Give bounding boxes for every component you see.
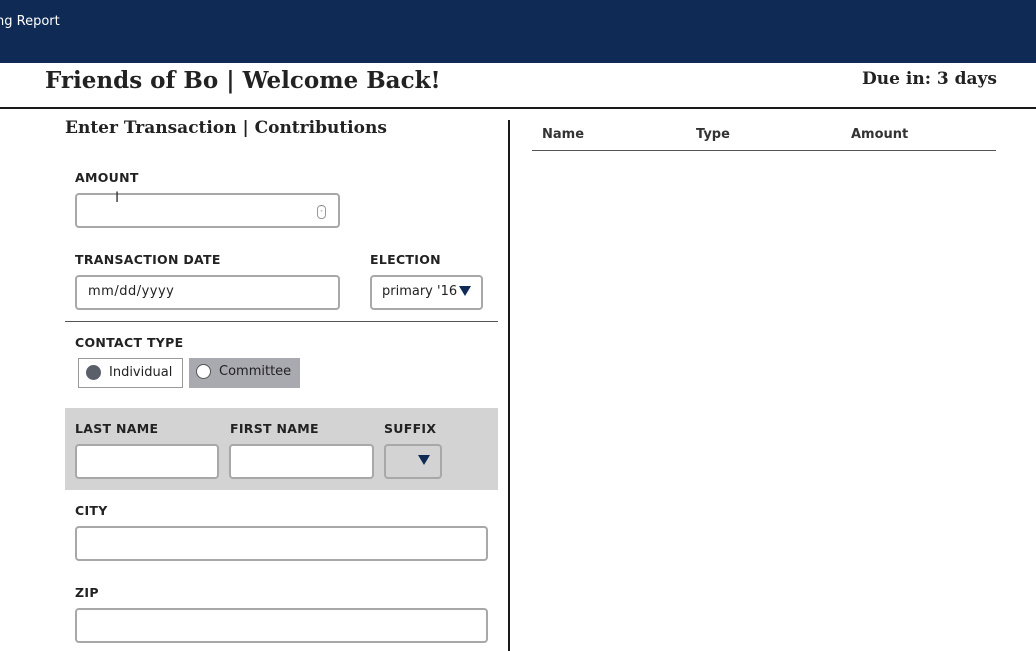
contact-type-committee[interactable]: Committee: [189, 358, 300, 388]
due-date-notice: Due in: 3 days: [862, 69, 997, 89]
table-header-divider: [532, 150, 996, 151]
contact-type-label: CONTACT TYPE: [75, 335, 184, 350]
top-navbar: ng Report: [0, 0, 1036, 63]
zip-label: ZIP: [75, 585, 99, 600]
city-input[interactable]: [75, 526, 488, 561]
city-label: CITY: [75, 503, 108, 518]
last-name-input[interactable]: [75, 444, 219, 479]
transaction-date-label: TRANSACTION DATE: [75, 252, 221, 267]
radio-selected-icon: [86, 365, 101, 380]
radio-unselected-icon: [196, 364, 211, 379]
column-header-type: Type: [696, 127, 730, 142]
text-cursor-icon: I: [115, 190, 120, 206]
page-title: Friends of Bo | Welcome Back!: [45, 67, 441, 94]
last-name-label: LAST NAME: [75, 421, 159, 436]
transaction-date-placeholder: mm/dd/yyyy: [88, 284, 175, 299]
suffix-label: SUFFIX: [384, 421, 437, 436]
chevron-down-icon: [418, 455, 430, 465]
zip-input[interactable]: [75, 608, 488, 643]
filing-report-link[interactable]: ng Report: [0, 14, 60, 29]
individual-label: Individual: [109, 365, 173, 380]
column-header-name: Name: [542, 127, 585, 142]
panel-divider: [508, 120, 510, 651]
first-name-input[interactable]: [229, 444, 374, 479]
page-header: Friends of Bo | Welcome Back! Due in: 3 …: [0, 63, 1036, 109]
committee-label: Committee: [219, 364, 292, 379]
first-name-label: FIRST NAME: [230, 421, 319, 436]
contact-type-individual[interactable]: Individual: [78, 358, 183, 388]
chevron-down-icon: [459, 286, 471, 296]
election-label: ELECTION: [370, 252, 441, 267]
amount-spinner[interactable]: ˄ ˅: [317, 205, 326, 219]
divider: [65, 321, 498, 322]
column-header-amount: Amount: [851, 127, 909, 142]
amount-label: AMOUNT: [75, 170, 139, 185]
election-selected-value: primary '16: [382, 284, 458, 299]
suffix-select[interactable]: [384, 444, 442, 479]
form-section-title: Enter Transaction | Contributions: [65, 118, 387, 138]
transaction-date-input[interactable]: mm/dd/yyyy: [75, 275, 340, 310]
election-select[interactable]: primary '16: [370, 275, 483, 310]
